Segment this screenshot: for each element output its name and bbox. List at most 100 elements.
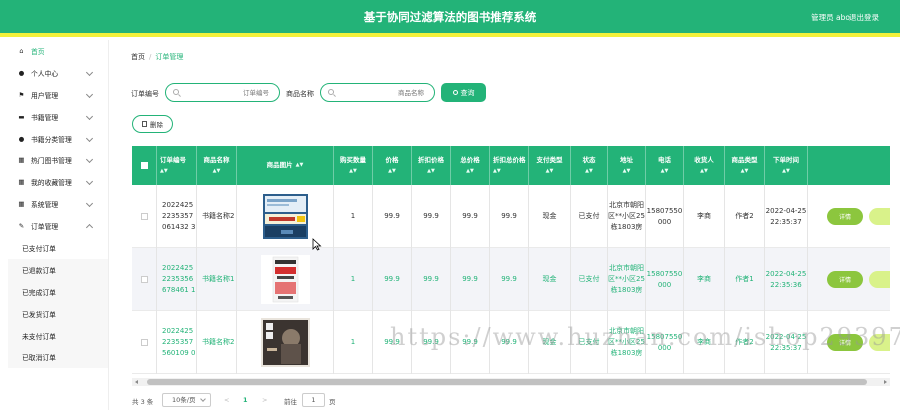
horizontal-scrollbar[interactable] xyxy=(132,378,890,386)
row-checkbox[interactable] xyxy=(140,339,148,346)
sidebar-subitem-shipped[interactable]: 已发货订单 xyxy=(8,302,108,325)
cell-pay-type: 现金 xyxy=(529,185,571,248)
col-address[interactable]: 地址 ▲▼ xyxy=(608,146,646,185)
col-discount-total[interactable]: 折扣总价格 ▲▼ xyxy=(490,146,529,185)
sidebar-item-favorites[interactable]: ▦ 我的收藏管理 xyxy=(8,171,108,193)
book-cover-image xyxy=(260,255,310,304)
sort-icon: ▲▼ xyxy=(349,167,357,174)
main-content: 首页 /订单管理 订单编号 商品名称 查询 删除 订单编号 ▲▼ 商品名称 ▲▼ 商品… xyxy=(122,40,900,410)
col-product[interactable]: 商品名称 ▲▼ xyxy=(197,146,237,185)
col-discount-price[interactable]: 折扣价格 ▲▼ xyxy=(412,146,451,185)
chevron-down-icon xyxy=(85,178,94,186)
total-count: 共 3 条 xyxy=(132,398,154,406)
cell-discount-total: 99.9 xyxy=(490,248,529,311)
next-page-button[interactable]: > xyxy=(262,396,267,404)
table-row[interactable]: 20224252235356678461 1 书籍名称1 1 99.9 99.9… xyxy=(132,248,890,311)
cell-discount-total: 99.9 xyxy=(490,185,529,248)
table-row[interactable]: 20224252235357061432 3 书籍名称2 1 99.9 99.9… xyxy=(132,185,890,248)
more-action-button[interactable] xyxy=(869,208,890,225)
cell-discount-price: 99.9 xyxy=(412,248,451,311)
pagination: 共 3 条 10条/页 < 1 > 前往 1 页 xyxy=(132,393,532,407)
breadcrumb-home[interactable]: 首页 xyxy=(131,53,145,61)
sidebar-subitem-refunded[interactable]: 已退款订单 xyxy=(8,258,108,281)
delete-button[interactable]: 删除 xyxy=(132,115,173,133)
cell-order-no: 20224252235357061432 3 xyxy=(157,185,197,248)
order-number-input[interactable] xyxy=(199,87,269,99)
sidebar-item-label: 书籍管理 xyxy=(31,113,59,122)
cell-qty: 1 xyxy=(334,311,373,374)
sidebar-item-orders[interactable]: ✎ 订单管理 xyxy=(8,215,108,237)
sidebar-item-hot-books[interactable]: ▦ 热门图书管理 xyxy=(8,149,108,171)
cell-phone: 15807550000 xyxy=(646,248,684,311)
watermark: https://www.huzhan.com/ishop29397 xyxy=(390,323,900,351)
col-label: 订单编号 xyxy=(160,155,186,164)
cell-qty: 1 xyxy=(334,248,373,311)
sidebar-subitem-completed[interactable]: 已完成订单 xyxy=(8,280,108,303)
sidebar-item-books[interactable]: ▬ 书籍管理 xyxy=(8,106,108,128)
col-label: 支付类型 xyxy=(536,155,563,164)
sidebar-item-categories[interactable]: ● 书籍分类管理 xyxy=(8,128,108,150)
sidebar-subitem-paid[interactable]: 已支付订单 xyxy=(8,237,108,259)
col-label: 电话 xyxy=(658,155,671,164)
cell-order-no: 20224252235356678461 1 xyxy=(157,248,197,311)
sort-icon: ▲▼ xyxy=(782,167,790,174)
query-button-label: 查询 xyxy=(460,88,475,97)
sort-icon: ▲▼ xyxy=(622,167,631,174)
sidebar-subitem-unpaid[interactable]: 未支付订单 xyxy=(8,324,108,347)
col-price[interactable]: 价格 ▲▼ xyxy=(373,146,412,185)
col-status[interactable]: 状态 ▲▼ xyxy=(571,146,608,185)
col-label: 地址 xyxy=(620,155,633,164)
cell-image xyxy=(237,248,334,311)
cell-price: 99.9 xyxy=(373,248,412,311)
prev-page-button[interactable]: < xyxy=(224,396,229,404)
delete-button-label: 删除 xyxy=(150,121,163,129)
cell-address: 北京市朝阳区**小区25栋1803房 xyxy=(608,248,646,311)
row-checkbox[interactable] xyxy=(140,213,148,220)
logout-link[interactable]: 退出登录 xyxy=(849,12,879,23)
scroll-left-icon[interactable] xyxy=(135,380,138,384)
detail-button[interactable]: 详情 xyxy=(827,271,863,288)
detail-button-label: 详情 xyxy=(838,277,851,284)
col-qty[interactable]: 购买数量 ▲▼ xyxy=(334,146,373,185)
sort-icon: ▲▼ xyxy=(585,167,593,174)
goto-page-input[interactable]: 1 xyxy=(302,393,325,407)
row-checkbox[interactable] xyxy=(140,276,148,283)
row-select-cell xyxy=(132,248,157,311)
cell-product: 书籍名称2 xyxy=(197,311,237,374)
scrollbar-thumb[interactable] xyxy=(147,379,867,385)
chevron-down-icon xyxy=(85,156,94,164)
sort-icon: ▲▼ xyxy=(660,167,669,174)
table-header: 订单编号 ▲▼ 商品名称 ▲▼ 商品图片 ▲▼ 购买数量 ▲▼ 价格 ▲▼ 折扣价格 ▲▼ … xyxy=(132,146,890,185)
top-header: 基于协同过滤算法的图书推荐系统 管理员 abo 退出登录 xyxy=(0,0,900,33)
page-size-select[interactable]: 10条/页 xyxy=(162,393,211,407)
scroll-right-icon[interactable] xyxy=(884,380,887,384)
goto-label: 前往 xyxy=(284,398,297,406)
col-image[interactable]: 商品图片 ▲▼ xyxy=(237,146,334,185)
detail-button[interactable]: 详情 xyxy=(827,208,863,225)
product-name-input-wrap[interactable] xyxy=(320,83,435,102)
col-phone[interactable]: 电话 ▲▼ xyxy=(646,146,684,185)
col-total[interactable]: 总价格 ▲▼ xyxy=(451,146,490,185)
more-action-button[interactable] xyxy=(869,271,890,288)
sidebar-item-profile[interactable]: ● 个人中心 xyxy=(8,62,108,84)
col-order-time[interactable]: 下单时间 ▲▼ xyxy=(765,146,808,185)
sidebar-item-users[interactable]: ⚑ 用户管理 xyxy=(8,84,108,106)
col-order-no[interactable]: 订单编号 ▲▼ xyxy=(157,146,197,185)
book-cover-image xyxy=(260,192,310,241)
sidebar-item-system[interactable]: ▦ 系统管理 xyxy=(8,193,108,215)
sidebar-subitem-cancelled[interactable]: 已取消订单 xyxy=(8,346,108,369)
col-receiver[interactable]: 收货人 ▲▼ xyxy=(684,146,725,185)
product-name-input[interactable] xyxy=(354,87,424,99)
query-button[interactable]: 查询 xyxy=(441,83,486,102)
cell-total: 99.9 xyxy=(451,185,490,248)
page-number[interactable]: 1 xyxy=(243,396,248,404)
book-icon: ▬ xyxy=(18,112,25,121)
col-pay-type[interactable]: 支付类型 ▲▼ xyxy=(529,146,571,185)
cell-pay-type: 现金 xyxy=(529,248,571,311)
trash-icon xyxy=(142,121,147,127)
sidebar-item-home[interactable]: ⌂ 首页 xyxy=(8,40,108,62)
select-all-checkbox[interactable] xyxy=(140,162,148,169)
order-number-input-wrap[interactable] xyxy=(165,83,280,102)
col-type[interactable]: 商品类型 ▲▼ xyxy=(725,146,765,185)
breadcrumb-separator: / xyxy=(149,53,152,61)
